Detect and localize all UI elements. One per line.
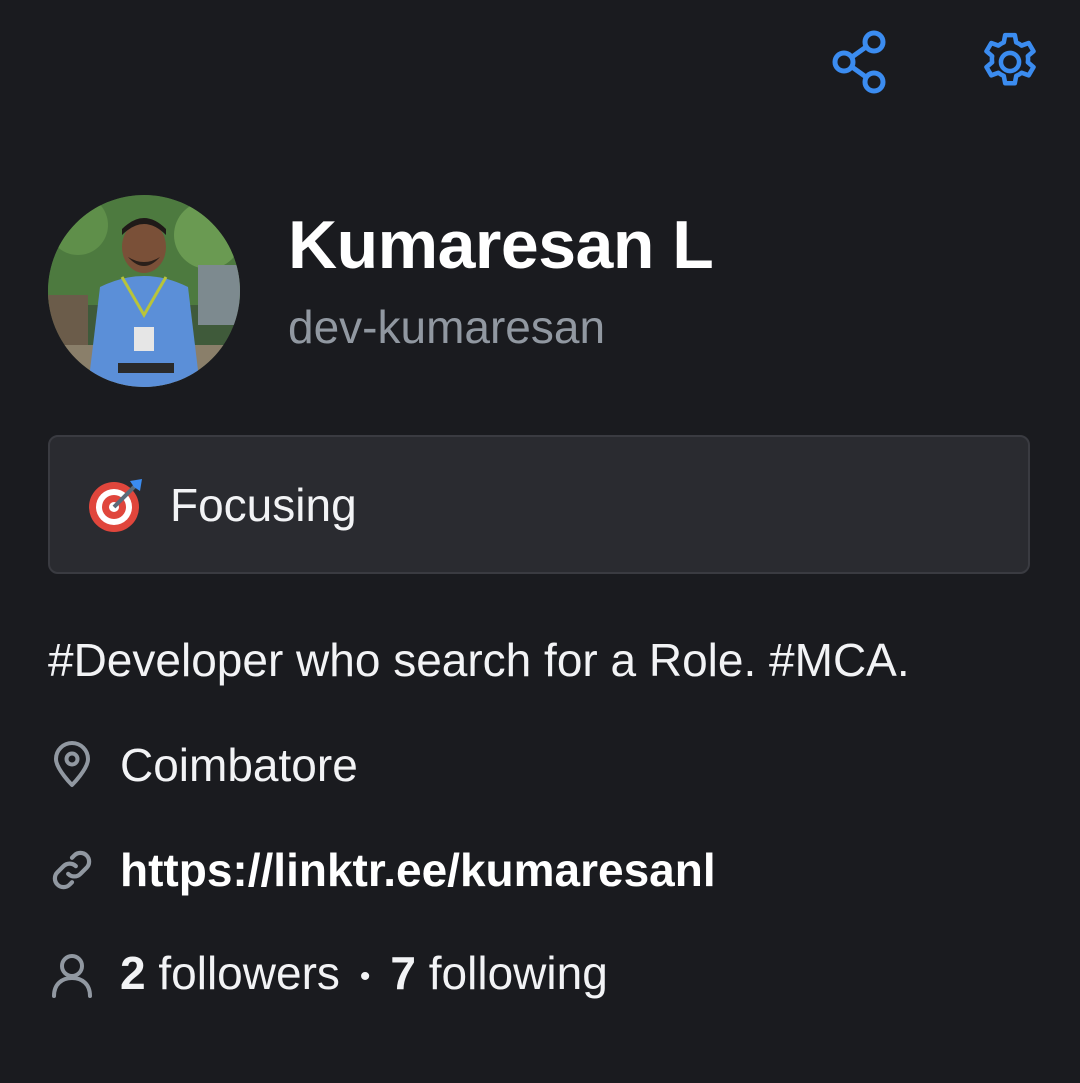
following-label: following bbox=[428, 947, 608, 1000]
bio: #Developer who search for a Role. #MCA. bbox=[48, 634, 910, 686]
link-icon bbox=[48, 846, 96, 894]
profile-header: Kumaresan L dev-kumaresan bbox=[48, 195, 714, 387]
avatar[interactable] bbox=[48, 195, 240, 387]
share-icon bbox=[832, 30, 886, 94]
location-text: Coimbatore bbox=[120, 739, 358, 791]
separator-dot: • bbox=[359, 959, 371, 993]
person-icon bbox=[48, 951, 96, 999]
status-card[interactable]: Focusing bbox=[48, 435, 1030, 574]
following-link[interactable]: 7 following bbox=[390, 947, 607, 999]
settings-button[interactable] bbox=[976, 28, 1044, 96]
direct-hit-target-emoji-icon bbox=[86, 475, 146, 535]
followers-label: followers bbox=[158, 947, 340, 1000]
location-pin-icon bbox=[48, 741, 96, 789]
profile-names: Kumaresan L dev-kumaresan bbox=[288, 207, 714, 357]
gear-icon bbox=[984, 32, 1036, 86]
location-row: Coimbatore bbox=[48, 733, 358, 797]
username: dev-kumaresan bbox=[288, 301, 606, 353]
share-button[interactable] bbox=[826, 28, 894, 96]
follow-row: 2 followers • 7 following bbox=[48, 943, 608, 1007]
website-link[interactable]: https://linktr.ee/kumaresanl bbox=[120, 840, 716, 900]
display-name: Kumaresan L bbox=[288, 207, 714, 283]
header-actions bbox=[826, 28, 1044, 96]
follow-stats: 2 followers • 7 following bbox=[120, 943, 608, 1007]
followers-count: 2 bbox=[120, 947, 146, 1000]
status-text: Focusing bbox=[170, 478, 357, 531]
avatar-photo bbox=[48, 195, 240, 387]
followers-link[interactable]: 2 followers bbox=[120, 947, 340, 999]
following-count: 7 bbox=[390, 947, 416, 1000]
website-row: https://linktr.ee/kumaresanl bbox=[48, 838, 716, 902]
